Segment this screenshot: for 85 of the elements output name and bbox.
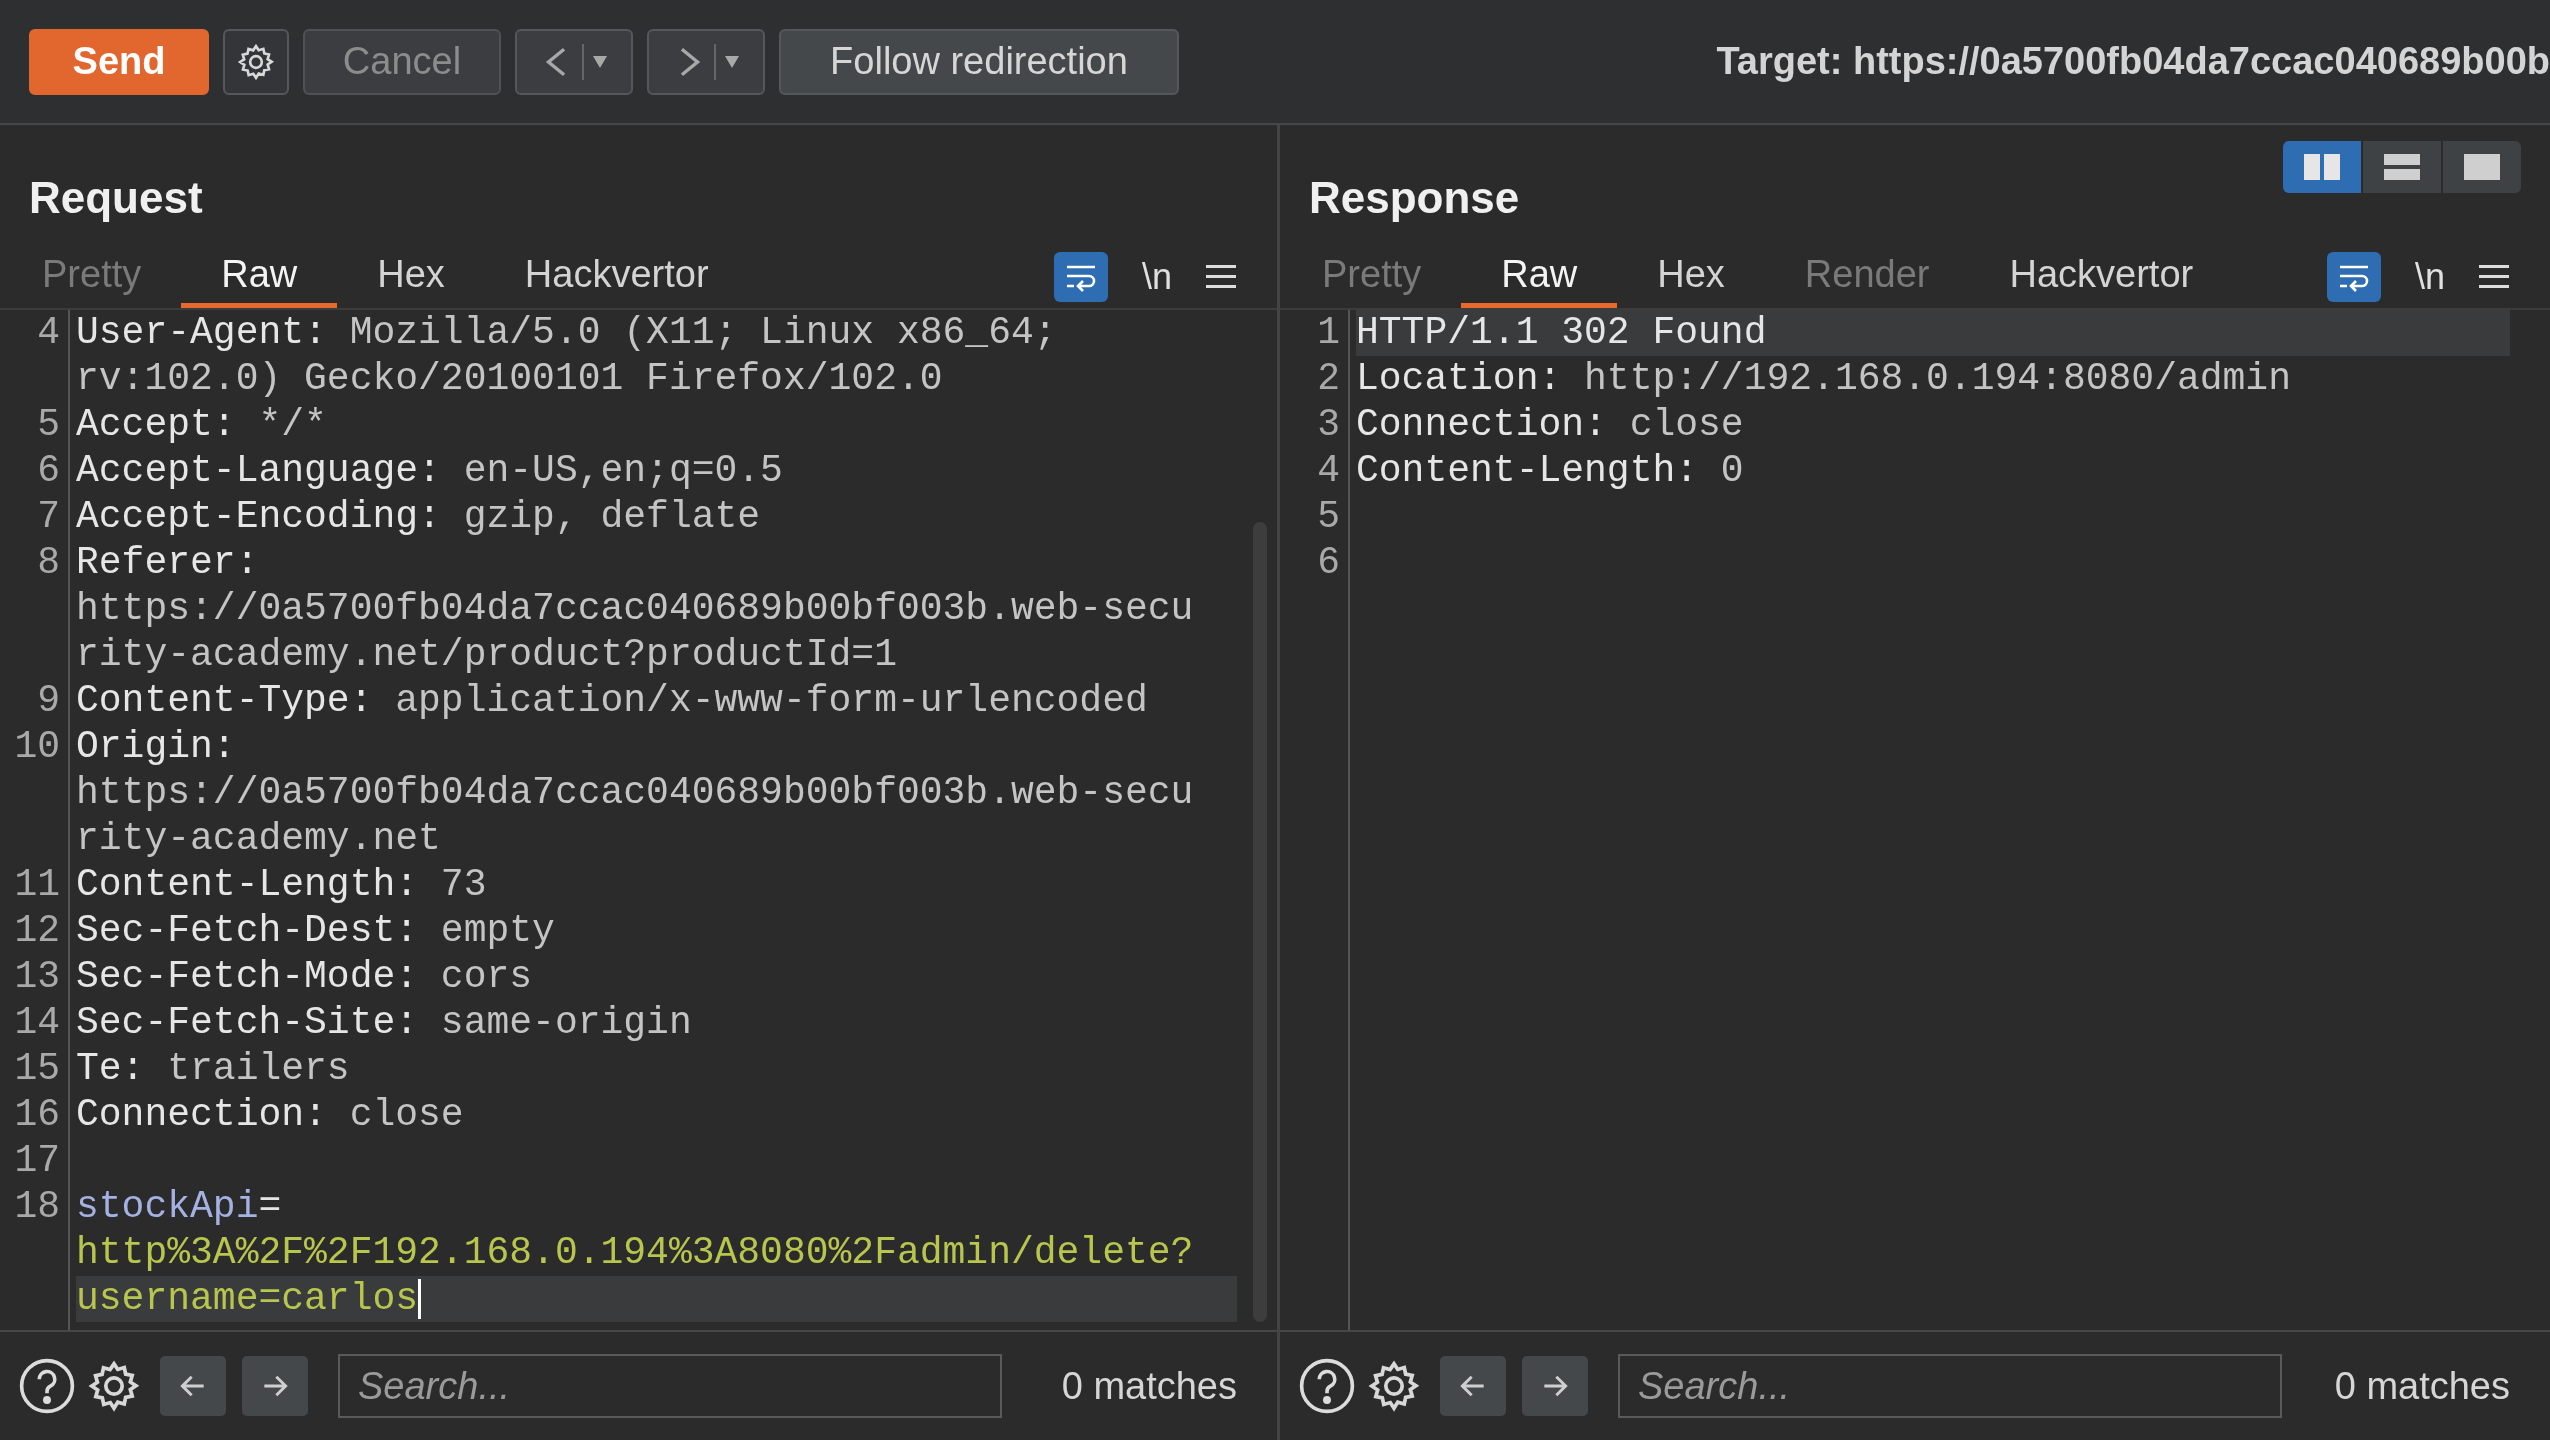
code-line: Content-Type: application/x-www-form-urlencoded [76, 679, 1148, 722]
single-panel-icon [2464, 154, 2500, 180]
menu-icon[interactable] [2479, 263, 2509, 291]
line-number: 9 [36, 678, 61, 724]
next-match-button[interactable] [1522, 1356, 1588, 1416]
follow-redirection-button[interactable]: Follow redirection [779, 28, 1179, 95]
code-line: Accept: */* [76, 403, 327, 446]
word-wrap-button[interactable] [1053, 252, 1108, 302]
word-wrap-button[interactable] [2326, 252, 2381, 302]
layout-button[interactable] [2283, 141, 2361, 193]
line-number: 6 [1316, 540, 1341, 586]
tab[interactable]: Raw [181, 246, 338, 308]
code-line: Connection: close [76, 1093, 464, 1136]
line-number: 16 [13, 1092, 61, 1138]
line-number: 4 [36, 310, 61, 356]
code-line: Accept-Language: en-US,en;q=0.5 [76, 449, 783, 492]
help-icon[interactable] [1298, 1357, 1356, 1415]
code-line: Referer: [76, 541, 259, 584]
code-line: Sec-Fetch-Site: same-origin [76, 1001, 692, 1044]
tab[interactable]: Hackvertor [1969, 246, 2234, 308]
code-line: https://0a5700fb04da7ccac040689b00bf003b.web-secu [76, 587, 1194, 630]
tab[interactable]: Hackvertor [484, 246, 749, 308]
newline-toggle[interactable]: \n [2414, 256, 2445, 298]
menu-icon[interactable] [1206, 263, 1236, 291]
match-count: 0 matches [2334, 1364, 2510, 1408]
code-line: Content-Length: 0 [1356, 449, 1744, 492]
line-number: 12 [13, 908, 61, 954]
line-number: 2 [1316, 356, 1341, 402]
code-line: Sec-Fetch-Mode: cors [76, 955, 533, 998]
code-line: Connection: close [1356, 403, 1744, 446]
code-line: Location: http://192.168.0.194:8080/admin [1356, 357, 2291, 400]
layout-button[interactable] [2443, 141, 2521, 193]
previous-match-button[interactable] [1440, 1356, 1506, 1416]
rows-icon [2384, 154, 2420, 180]
pane-title: Request [29, 175, 203, 221]
code-line: rv:102.0) Gecko/20100101 Firefox/102.0 [76, 357, 943, 400]
code-line: username=carlos [76, 1277, 419, 1320]
line-number: 7 [36, 494, 61, 540]
next-match-button[interactable] [242, 1356, 308, 1416]
search-field[interactable]: Search... [338, 1354, 1002, 1418]
line-number: 6 [36, 448, 61, 494]
code-line: User-Agent: Mozilla/5.0 (X11; Linux x86_64; [76, 311, 1057, 354]
line-number: 18 [13, 1184, 61, 1230]
line-number: 5 [36, 402, 61, 448]
back-button[interactable] [515, 28, 633, 95]
line-number: 4 [1316, 448, 1341, 494]
layout-button[interactable] [2363, 141, 2441, 193]
line-number: 14 [13, 1000, 61, 1046]
code-line: Sec-Fetch-Dest: empty [76, 909, 555, 952]
code-line: rity-academy.net/product?productId=1 [76, 633, 897, 676]
line-number: 15 [13, 1046, 61, 1092]
settings-icon [1366, 1358, 1422, 1414]
line-number: 10 [13, 724, 61, 770]
line-number: 11 [13, 862, 61, 908]
match-count: 0 matches [1061, 1364, 1237, 1408]
tab[interactable]: Hex [1617, 246, 1765, 308]
target-url: Target: https://0a5700fb04da7ccac040689b00b [1716, 40, 2550, 83]
code-line: HTTP/1.1 302 Found [1356, 311, 1767, 354]
text-cursor [418, 1278, 422, 1319]
search-field[interactable]: Search... [1618, 1354, 2282, 1418]
code-line: Accept-Encoding: gzip, deflate [76, 495, 761, 538]
forward-button[interactable] [647, 28, 765, 95]
caret-icon [724, 54, 740, 69]
settings-button[interactable] [223, 28, 289, 95]
code-line: http%3A%2F%2F192.168.0.194%3A8080%2Fadmin/delete? [76, 1231, 1194, 1274]
line-number: 17 [13, 1138, 61, 1184]
line-number: 13 [13, 954, 61, 1000]
code-line: Content-Length: 73 [76, 863, 487, 906]
pane-title: Response [1309, 175, 1520, 221]
line-number: 1 [1316, 310, 1341, 356]
code-line: rity-academy.net [76, 817, 441, 860]
line-number: 8 [36, 540, 61, 586]
tab[interactable]: Hex [337, 246, 485, 308]
help-icon[interactable] [18, 1357, 76, 1415]
settings-icon [86, 1358, 142, 1414]
previous-match-button[interactable] [160, 1356, 226, 1416]
code-line: Te: trailers [76, 1047, 350, 1090]
code-line: Origin: [76, 725, 236, 768]
caret-icon [592, 54, 608, 69]
columns-icon [2304, 154, 2340, 180]
newline-toggle[interactable]: \n [1141, 256, 1172, 298]
code-line: https://0a5700fb04da7ccac040689b00bf003b.web-secu [76, 771, 1194, 814]
line-number: 3 [1316, 402, 1341, 448]
code-line: stockApi= [76, 1185, 282, 1228]
line-number: 5 [1316, 494, 1341, 540]
